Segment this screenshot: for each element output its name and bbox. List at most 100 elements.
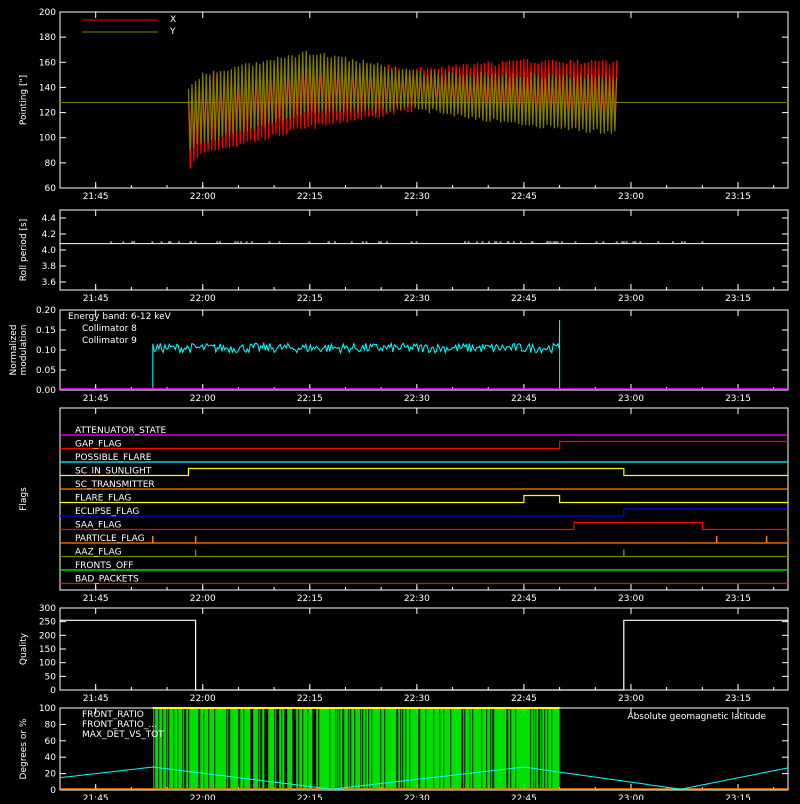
xtick-label-flags: 22:00 — [190, 594, 216, 604]
flag-line-flare_flag — [60, 494, 788, 504]
flag-label-flare_flag: FLARE_FLAG — [75, 494, 131, 504]
legend-label-max-det: MAX_DET_VS_TOT — [82, 730, 164, 740]
flag-label-aaz_flag: AAZ_FLAG — [75, 548, 122, 558]
xtick-label-roll-period: 23:00 — [618, 294, 644, 304]
ytick-label-pointing: 60 — [45, 184, 57, 194]
ytick-label-geomagnetic: 0 — [50, 786, 56, 796]
xtick-label-quality: 22:15 — [297, 694, 323, 704]
chart-svg: Pointing ["]608010012014016018020021:45 2… — [9, 8, 789, 804]
flag-label-fronts_off: FRONTS_OFF — [75, 561, 133, 571]
flag-line-saa_flag — [60, 521, 788, 531]
xtick-label-pointing: 21:45 — [83, 192, 109, 202]
xtick-label-geomagnetic: 23:00 — [618, 794, 644, 800]
xtick-label-modulation: 23:15 — [725, 394, 751, 404]
ylabel-pointing: Pointing ["] — [19, 75, 29, 125]
flag-label-saa_flag_: GAP_FLAG — [75, 440, 121, 450]
ytick-label-quality: 0 — [50, 686, 56, 696]
ytick-label-roll-period: 4.0 — [42, 246, 57, 256]
ytick-label-pointing: 200 — [39, 8, 56, 18]
legend-label-front-ratio-1: FRONT_RATIO_... — [82, 720, 157, 730]
xtick-label-pointing: 22:00 — [190, 192, 216, 202]
xtick-label-quality: 21:45 — [83, 694, 109, 704]
ytick-label-pointing: 160 — [39, 58, 56, 68]
ylabel-modulation-line1: Normalized — [9, 324, 19, 375]
ytick-label-pointing: 120 — [39, 109, 56, 119]
ytick-label-modulation: 0.00 — [36, 386, 56, 396]
ytick-label-quality: 300 — [39, 604, 56, 614]
ytick-label-quality: 200 — [39, 631, 56, 641]
xtick-label-roll-period: 22:30 — [404, 294, 430, 304]
xtick-label-roll-period: 21:45 — [83, 294, 109, 304]
ytick-label-quality: 250 — [39, 618, 56, 628]
xtick-label-pointing: 23:15 — [725, 192, 751, 202]
xtick-label-quality: 23:00 — [618, 694, 644, 704]
modulation-annotation: Energy band: 6-12 keV — [68, 312, 172, 322]
flag-label-eclipse_flag: ECLIPSE_FLAG — [75, 507, 139, 517]
ytick-label-geomagnetic: 40 — [45, 753, 57, 763]
series-line-collimator-8 — [152, 319, 561, 390]
panel-frame-pointing — [59, 11, 789, 189]
ytick-label-pointing: 140 — [39, 83, 56, 93]
flag-label-particle_flag: PARTICLE_FLAG — [75, 534, 145, 544]
ytick-label-roll-period: 4.4 — [42, 214, 57, 224]
ylabel-flags: Flags — [19, 487, 29, 511]
flag-label-attenuator_state: ATTENUATOR_STATE — [75, 426, 167, 436]
chart-stage: Pointing ["] 60 80 100 120 140 160 180 200 21:45 2… — [0, 0, 800, 804]
xtick-label-geomagnetic: 22:30 — [404, 794, 430, 800]
ytick-label-pointing: 180 — [39, 33, 56, 43]
xtick-label-pointing: 22:45 — [511, 192, 537, 202]
ytick-label-modulation: 0.15 — [36, 326, 56, 336]
ytick-label-roll-period: 3.8 — [42, 262, 57, 272]
ytick-label-geomagnetic: 80 — [45, 720, 57, 730]
xtick-label-geomagnetic: 22:45 — [511, 794, 537, 800]
xtick-label-quality: 23:15 — [725, 694, 751, 704]
flag-label-saa_flag: SAA_FLAG — [75, 521, 121, 531]
xtick-label-modulation: 21:45 — [83, 394, 109, 404]
xtick-label-modulation: 22:15 — [297, 394, 323, 404]
xtick-label-geomagnetic: 22:00 — [190, 794, 216, 800]
panel-frame-modulation — [59, 309, 789, 391]
ytick-label-modulation: 0.05 — [36, 366, 56, 376]
legend-label-collimator-9: Collimator 9 — [82, 336, 137, 346]
flag-label-sc_in_sunlight: SC_IN_SUNLIGHT — [75, 467, 152, 477]
ytick-label-geomagnetic: 60 — [45, 737, 57, 747]
xtick-label-flags: 22:15 — [297, 594, 323, 604]
legend-label-Y: Y — [169, 27, 176, 37]
xtick-label-modulation: 22:30 — [404, 394, 430, 404]
ytick-label-pointing: 100 — [39, 134, 56, 144]
xtick-label-quality: 22:30 — [404, 694, 430, 704]
xtick-label-roll-period: 22:45 — [511, 294, 537, 304]
ytick-label-geomagnetic: 100 — [39, 704, 56, 714]
xtick-label-pointing: 22:30 — [404, 192, 430, 202]
legend-label-X: X — [170, 15, 176, 25]
xtick-label-roll-period: 22:15 — [297, 294, 323, 304]
ytick-label-quality: 100 — [39, 659, 56, 669]
xtick-label-flags: 23:15 — [725, 594, 751, 604]
xtick-label-flags: 23:00 — [618, 594, 644, 604]
ytick-label-modulation: 0.10 — [36, 346, 56, 356]
ylabel-geomagnetic: Degrees or % — [19, 718, 29, 779]
flag-label-bad_packets: BAD_PACKETS — [75, 575, 139, 585]
quality-line — [60, 619, 788, 691]
flag-line-saa_flag_ — [60, 440, 788, 450]
ytick-label-quality: 50 — [45, 672, 57, 682]
xtick-label-geomagnetic: 22:15 — [297, 794, 323, 800]
ylabel-roll-period: Roll period [s] — [19, 219, 29, 281]
panel-frame-roll-period — [59, 209, 789, 291]
xtick-label-roll-period: 22:00 — [190, 294, 216, 304]
ytick-label-roll-period: 3.6 — [42, 278, 57, 288]
flag-line-eclipse_flag — [60, 508, 788, 517]
xtick-label-flags: 22:30 — [404, 594, 430, 604]
xtick-label-flags: 21:45 — [83, 594, 109, 604]
ytick-label-quality: 150 — [39, 645, 56, 655]
ylabel-quality: Quality — [19, 632, 29, 665]
flag-label-sc_transmitter: SC_TRANSMITTER — [75, 480, 155, 490]
ytick-label-modulation: 0.20 — [36, 306, 56, 316]
xtick-label-modulation: 22:00 — [190, 394, 216, 404]
ytick-label-pointing: 80 — [45, 159, 57, 169]
ytick-label-geomagnetic: 20 — [45, 770, 57, 780]
flag-label-possible_flare: POSSIBLE_FLARE — [75, 453, 152, 463]
legend-label-geomagnetic-latitude: Absolute geomagnetic latitude — [627, 712, 766, 722]
legend-label-front-ratio: FRONT_RATIO — [82, 710, 144, 720]
ylabel-modulation-line2: modulation — [19, 325, 29, 376]
